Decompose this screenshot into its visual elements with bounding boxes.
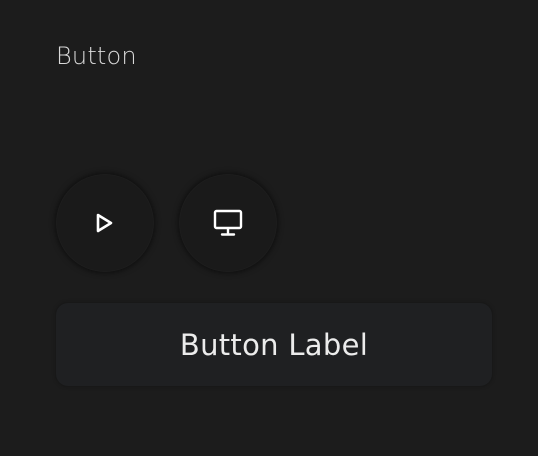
section-title: Button xyxy=(56,42,137,70)
play-button[interactable] xyxy=(56,174,154,272)
primary-label-button[interactable]: Button Label xyxy=(56,303,492,386)
play-icon xyxy=(96,213,113,233)
monitor-button[interactable] xyxy=(179,174,277,272)
button-label: Button Label xyxy=(179,327,369,362)
monitor-icon xyxy=(213,209,243,236)
